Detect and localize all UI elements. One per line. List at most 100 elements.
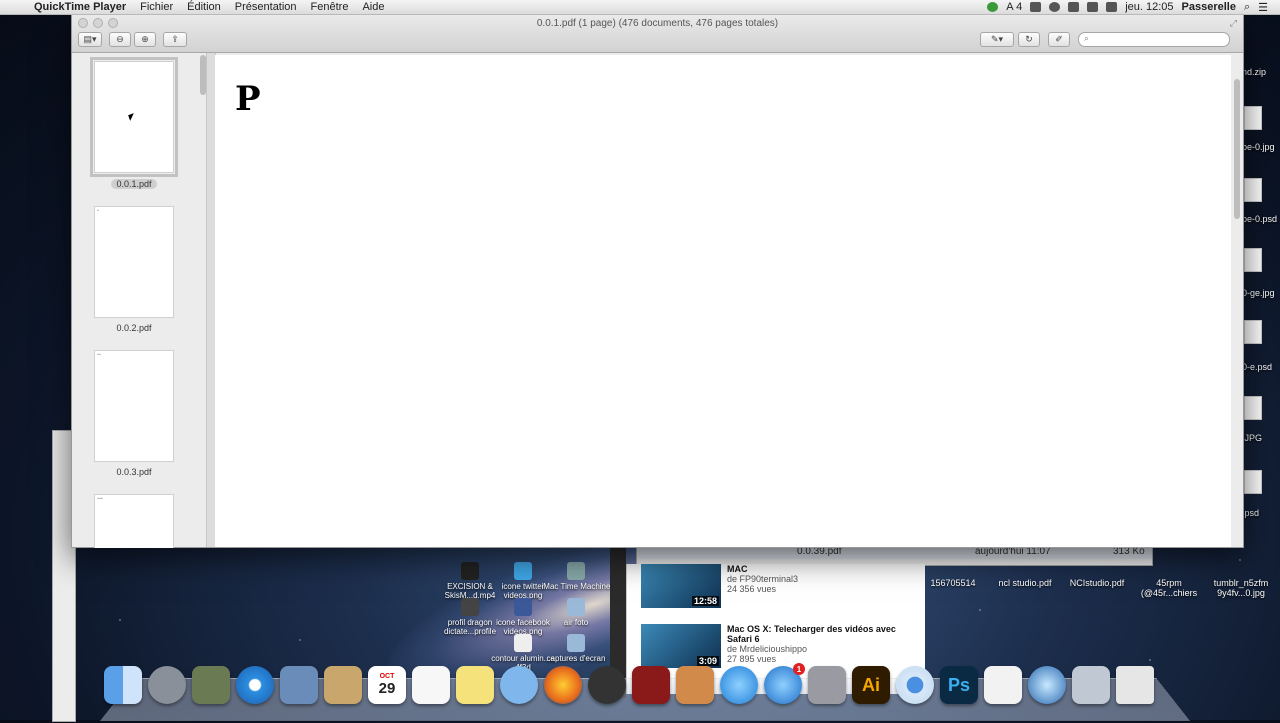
file-thumbnail[interactable] bbox=[1244, 248, 1262, 272]
menu-fenetre[interactable]: Fenêtre bbox=[311, 1, 349, 13]
video-thumbnail[interactable]: 12:58 bbox=[641, 564, 721, 608]
quicktime-icon[interactable] bbox=[1028, 666, 1066, 704]
file-thumbnail[interactable] bbox=[1244, 470, 1262, 494]
video-author[interactable]: de FP90terminal3 bbox=[727, 574, 907, 584]
edit-toolbar-button[interactable]: ✐ bbox=[1048, 32, 1070, 47]
youtube-result[interactable]: 12:58 MAC de FP90terminal3 24 356 vues bbox=[641, 564, 907, 608]
video-thumbnail[interactable]: 3:09 bbox=[641, 624, 721, 668]
app-store-badge: 1 bbox=[793, 663, 805, 675]
system-preferences-icon[interactable] bbox=[808, 666, 846, 704]
notification-center-icon[interactable]: ☰ bbox=[1258, 1, 1268, 14]
notes-icon[interactable] bbox=[456, 666, 494, 704]
mail-app-icon[interactable] bbox=[280, 666, 318, 704]
page-thumbnail[interactable]: ᐩᐩ bbox=[94, 350, 174, 462]
thumbnail-sidebar[interactable]: 0.0.1.pdf ᐩ 0.0.2.pdf ᐩᐩ 0.0.3.pdf ᐩᐩᐩ bbox=[72, 53, 206, 548]
menu-edition[interactable]: Édition bbox=[187, 1, 221, 13]
menu-aide[interactable]: Aide bbox=[362, 1, 384, 13]
launchpad-icon[interactable] bbox=[148, 666, 186, 704]
desktop-file[interactable]: tumblr_n5zfm 9y4fv...0.jpg bbox=[1201, 578, 1280, 598]
video-title[interactable]: MAC bbox=[727, 564, 907, 574]
fullscreen-icon[interactable]: ⤢ bbox=[1230, 18, 1237, 29]
search-input[interactable]: ⌕ bbox=[1078, 32, 1230, 47]
screen-icon[interactable] bbox=[1030, 2, 1042, 12]
video-views: 27 895 vues bbox=[727, 654, 777, 664]
menu-fichier[interactable]: Fichier bbox=[140, 1, 173, 13]
trash-icon[interactable] bbox=[1116, 666, 1154, 704]
firefox-icon[interactable] bbox=[544, 666, 582, 704]
desktop-file[interactable]: ncl studio.pdf bbox=[985, 578, 1065, 588]
photoshop-label: Ps bbox=[947, 674, 971, 695]
safari-icon[interactable] bbox=[236, 666, 274, 704]
photo-booth-icon[interactable] bbox=[632, 666, 670, 704]
wifi-icon[interactable] bbox=[1087, 2, 1099, 12]
volume-icon[interactable] bbox=[1106, 2, 1118, 12]
file-thumbnail[interactable] bbox=[1244, 396, 1262, 420]
document-scrollbar[interactable] bbox=[1231, 55, 1243, 547]
desktop-file[interactable]: NCIstudio.pdf bbox=[1057, 578, 1137, 588]
edge-file-label[interactable]: .psd bbox=[1242, 508, 1259, 518]
sidebar-icon: ▤▾ bbox=[83, 34, 97, 44]
folder-icon[interactable]: air foto bbox=[541, 598, 611, 627]
chrome-icon[interactable] bbox=[896, 666, 934, 704]
menubar-badge[interactable]: A 4 bbox=[1006, 1, 1022, 13]
textedit-icon[interactable] bbox=[984, 666, 1022, 704]
illustrator-label: Ai bbox=[862, 674, 880, 695]
photoshop-icon[interactable]: Ps bbox=[940, 666, 978, 704]
edge-file-label[interactable]: be-0.psd bbox=[1242, 214, 1277, 224]
calendar-day: 29 bbox=[378, 680, 396, 697]
facetime-camera-icon[interactable] bbox=[588, 666, 626, 704]
desktop-icon[interactable]: iMac Time Machine bbox=[541, 562, 611, 591]
video-author[interactable]: de Mrdelicioushippo bbox=[727, 644, 907, 654]
time-machine-icon[interactable] bbox=[1049, 2, 1061, 12]
zoom-out-button[interactable]: ⊖ bbox=[109, 32, 131, 47]
window-titlebar[interactable]: 0.0.1.pdf (1 page) (476 documents, 476 p… bbox=[72, 15, 1243, 53]
contacts-icon[interactable] bbox=[324, 666, 362, 704]
annotate-button[interactable]: ✎▾ bbox=[980, 32, 1014, 47]
bluetooth-icon[interactable] bbox=[1068, 2, 1080, 12]
itunes-icon[interactable] bbox=[720, 666, 758, 704]
scroll-knob[interactable] bbox=[1234, 79, 1240, 219]
page-thumbnail[interactable]: ᐩᐩᐩ bbox=[94, 494, 174, 548]
menu-presentation[interactable]: Présentation bbox=[235, 1, 297, 13]
file-thumbnail[interactable] bbox=[1244, 106, 1262, 130]
spotlight-icon[interactable]: ⌕ bbox=[1244, 1, 1250, 14]
messages-icon[interactable] bbox=[500, 666, 538, 704]
edge-file-label[interactable]: 0-e.psd bbox=[1242, 362, 1272, 372]
zoom-in-icon: ⊕ bbox=[141, 34, 149, 44]
sidebar-toggle-button[interactable]: ▤▾ bbox=[78, 32, 102, 47]
menubar: QuickTime Player Fichier Édition Présent… bbox=[0, 0, 1280, 15]
menu-app[interactable]: QuickTime Player bbox=[34, 1, 126, 13]
calendar-month: OCT bbox=[379, 673, 395, 680]
folder-icon[interactable]: captures d'ecran bbox=[541, 634, 611, 663]
document-page[interactable]: P bbox=[215, 55, 1231, 547]
file-thumbnail[interactable] bbox=[1244, 178, 1262, 202]
edge-file-label[interactable]: 0-ge.jpg bbox=[1242, 288, 1275, 298]
edge-file-label[interactable]: .JPG bbox=[1242, 433, 1262, 443]
menubar-user[interactable]: Passerelle bbox=[1182, 1, 1236, 13]
zoom-in-button[interactable]: ⊕ bbox=[134, 32, 156, 47]
illustrator-icon[interactable]: Ai bbox=[852, 666, 890, 704]
search-icon: ⌕ bbox=[1084, 33, 1090, 43]
youtube-result[interactable]: 3:09 Mac OS X: Telecharger des vidéos av… bbox=[641, 624, 907, 668]
thumbnail-label: 0.0.1.pdf bbox=[72, 179, 196, 189]
file-thumbnail[interactable] bbox=[1244, 320, 1262, 344]
page-thumbnail[interactable]: ᐩ bbox=[94, 206, 174, 318]
edge-file-label[interactable]: nd.zip bbox=[1242, 67, 1266, 77]
preview-app-icon[interactable] bbox=[1072, 666, 1110, 704]
preview-window[interactable]: 0.0.1.pdf (1 page) (476 documents, 476 p… bbox=[71, 14, 1244, 548]
app-store-icon[interactable]: 1 bbox=[764, 663, 805, 704]
desktop-file[interactable]: 156705514 bbox=[913, 578, 993, 588]
share-button[interactable]: ⇪ bbox=[163, 32, 187, 47]
thumbnail-label: 0.0.2.pdf bbox=[116, 323, 152, 333]
video-title[interactable]: Mac OS X: Telecharger des vidéos avec Sa… bbox=[727, 624, 907, 644]
finder-icon[interactable] bbox=[104, 666, 142, 704]
reminders-icon[interactable] bbox=[412, 666, 450, 704]
calendar-icon[interactable]: OCT 29 bbox=[368, 666, 406, 704]
app-status-icon[interactable] bbox=[987, 2, 999, 12]
mission-control-icon[interactable] bbox=[192, 666, 230, 704]
menubar-clock[interactable]: jeu. 12:05 bbox=[1125, 1, 1173, 13]
desktop-folder[interactable]: 45rpm (@45r...chiers bbox=[1129, 578, 1209, 598]
iphoto-icon[interactable] bbox=[676, 666, 714, 704]
rotate-button[interactable]: ↻ bbox=[1018, 32, 1040, 47]
edge-file-label[interactable]: be-0.jpg bbox=[1242, 142, 1275, 152]
